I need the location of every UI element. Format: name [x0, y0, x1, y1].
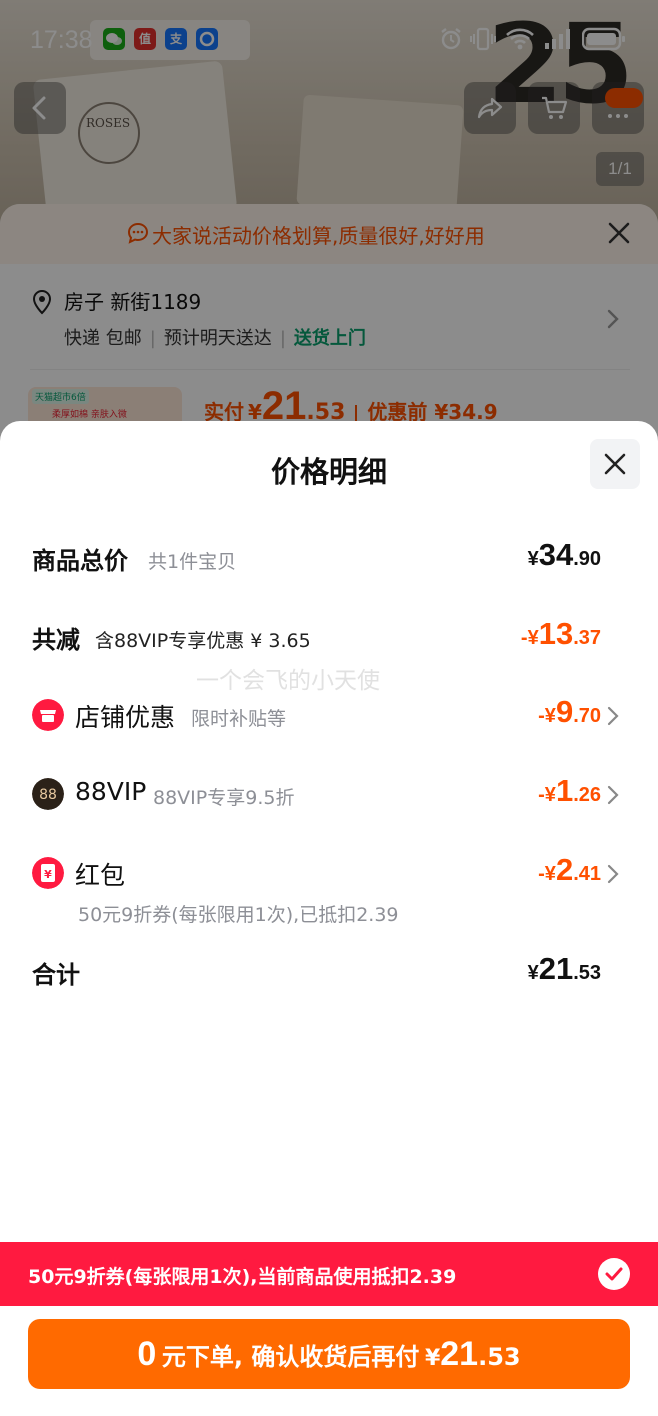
redpacket-note: 50元9折券(每张限用1次),已抵扣2.39 [78, 904, 399, 926]
watermark-text: 一个会飞的小天使 [196, 668, 380, 694]
vip-88-icon: 88 [32, 778, 64, 810]
redpacket-label: 红包 [75, 861, 126, 890]
shop-icon [32, 699, 64, 731]
sheet-title: 价格明细 [270, 455, 387, 489]
row-red-packet[interactable]: ¥ 红包 -¥2.41 50元9折券(每张限用1次),已抵扣2.39 [0, 848, 658, 938]
row-shop-discount[interactable]: 店铺优惠 限时补贴等 -¥9.70 [0, 690, 658, 740]
chevron-right-icon [607, 785, 619, 805]
pay-currency: ¥ [424, 1346, 441, 1371]
row-sum: 合计 ¥21.53 [0, 947, 658, 997]
close-icon [604, 453, 626, 475]
pay-button[interactable]: 0 元下单, 确认收货后再付 ¥21.53 [28, 1319, 630, 1389]
row-total-price: 商品总价 共1件宝贝 ¥34.90 [0, 533, 658, 583]
red-packet-icon: ¥ [32, 857, 64, 889]
vip-amount: -¥1.26 [538, 773, 601, 808]
vip-sub: 88VIP专享9.5折 [153, 787, 295, 809]
price-detail-sheet: 价格明细 商品总价 共1件宝贝 ¥34.90 共减 含88VIP专享优惠 ¥ 3… [0, 421, 658, 1416]
sum-label: 合计 [32, 961, 80, 989]
sum-amount: ¥21.53 [527, 951, 601, 986]
total-amount: ¥34.90 [527, 537, 601, 572]
row-total-discount: 共减 含88VIP专享优惠 ¥ 3.65 -¥13.37 [0, 612, 658, 662]
coupon-bar[interactable]: 50元9折券(每张限用1次),当前商品使用抵扣2.39 [0, 1242, 658, 1306]
pay-zero: 0 [137, 1335, 157, 1373]
shop-amount: -¥9.70 [538, 694, 601, 729]
close-button[interactable] [590, 439, 640, 489]
pay-decimal: .53 [478, 1343, 521, 1371]
vip-label: 88VIP [75, 777, 147, 806]
discount-amount: -¥13.37 [520, 616, 601, 651]
svg-text:88: 88 [39, 787, 57, 803]
check-icon [605, 1267, 623, 1281]
discount-label: 共减 [32, 626, 80, 654]
svg-text:¥: ¥ [44, 868, 52, 881]
shop-sub: 限时补贴等 [191, 708, 287, 730]
total-label: 商品总价 [32, 547, 128, 575]
shop-label: 店铺优惠 [75, 703, 176, 732]
total-sub: 共1件宝贝 [148, 551, 237, 573]
coupon-text: 50元9折券(每张限用1次),当前商品使用抵扣2.39 [28, 1266, 457, 1288]
chevron-right-icon [607, 706, 619, 726]
discount-sub: 含88VIP专享优惠 ¥ 3.65 [95, 630, 311, 652]
pay-text: 元下单, 确认收货后再付 [161, 1343, 420, 1371]
redpacket-amount: -¥2.41 [538, 852, 601, 887]
row-88vip[interactable]: 88 88VIP 88VIP专享9.5折 -¥1.26 [0, 769, 658, 819]
chevron-right-icon [607, 864, 619, 884]
coupon-checkbox[interactable] [598, 1258, 630, 1290]
pay-integer: 21 [440, 1335, 479, 1373]
